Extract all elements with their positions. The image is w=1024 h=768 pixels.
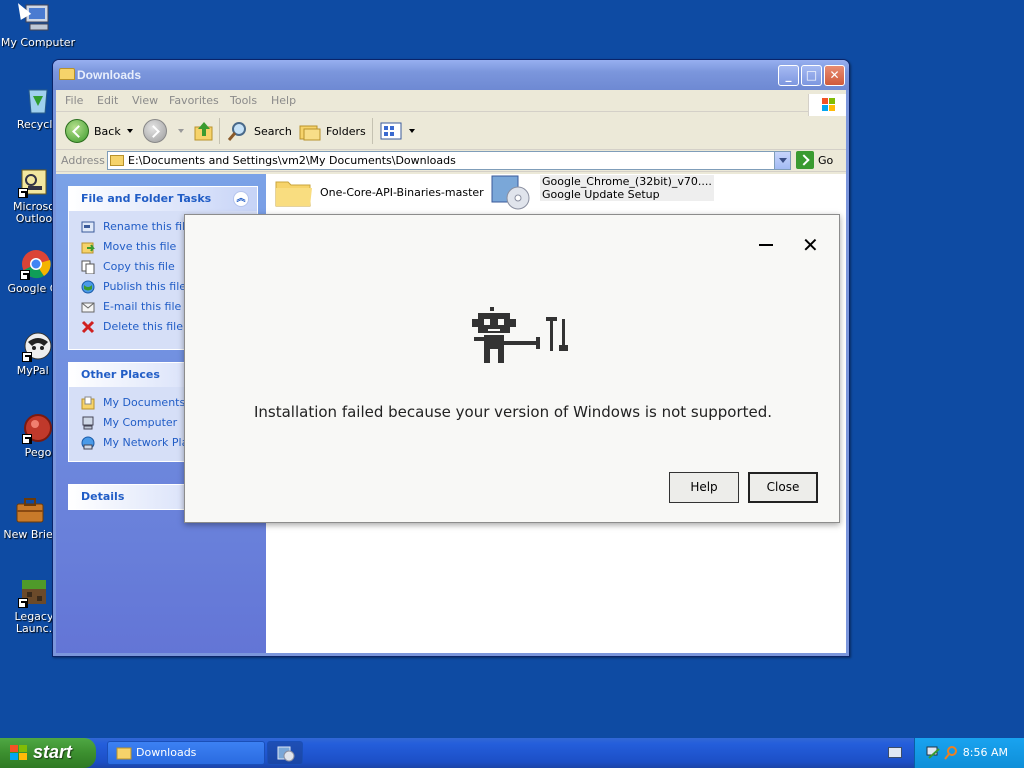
back-arrow-icon — [65, 119, 89, 143]
delete-icon — [81, 320, 95, 334]
search-button[interactable]: Search — [226, 119, 292, 143]
menu-edit[interactable]: Edit — [97, 94, 118, 107]
installer-icon — [277, 746, 295, 762]
folder-icon — [59, 68, 75, 80]
chevron-down-icon[interactable] — [409, 129, 415, 133]
move-icon — [81, 242, 95, 254]
taskbar-item-installer[interactable] — [267, 741, 303, 765]
address-input[interactable]: E:\Documents and Settings\vm2\My Documen… — [107, 151, 791, 170]
forward-arrow-icon — [143, 119, 167, 143]
folder-icon — [275, 181, 312, 207]
address-label: Address — [61, 154, 105, 167]
installer-icon — [491, 175, 530, 210]
shortcut-arrow-icon — [22, 434, 32, 444]
window-titlebar[interactable]: Downloads _ □ ✕ — [53, 60, 849, 90]
minimize-button[interactable]: _ — [778, 65, 799, 86]
go-button[interactable]: Go — [796, 151, 833, 169]
menu-tools[interactable]: Tools — [230, 94, 257, 107]
computer-icon — [82, 416, 94, 430]
shortcut-arrow-icon — [18, 188, 28, 198]
minecraft-icon — [18, 576, 50, 608]
pego-icon — [22, 412, 54, 444]
briefcase-icon — [14, 494, 46, 526]
globe-icon — [81, 280, 95, 294]
close-button[interactable]: ✕ — [824, 65, 845, 86]
go-arrow-icon — [796, 151, 814, 169]
menu-file[interactable]: File — [65, 94, 83, 107]
copy-icon — [81, 260, 95, 274]
system-tray: 8:56 AM — [914, 738, 1024, 768]
keyboard-icon[interactable] — [888, 747, 902, 758]
toolbar: Back Search Folders — [56, 112, 846, 150]
email-icon — [81, 302, 95, 313]
up-folder-button[interactable] — [192, 119, 216, 143]
outlook-icon — [18, 166, 50, 198]
start-button[interactable]: start — [0, 738, 96, 768]
network-icon — [81, 436, 95, 450]
dialog-close-icon[interactable]: ✕ — [802, 235, 819, 255]
shortcut-arrow-icon — [20, 270, 30, 280]
file-item-google-chrome-installer[interactable]: Google_Chrome_(32bit)_v70.... Google Upd… — [488, 170, 714, 210]
search-tray-icon[interactable] — [943, 745, 959, 761]
search-icon — [227, 122, 246, 141]
windows-flag-icon — [10, 745, 28, 761]
collapse-icon[interactable]: ︽ — [233, 191, 249, 207]
file-item-one-core-api[interactable]: One-Core-API-Binaries-master — [274, 176, 484, 208]
shortcut-arrow-icon — [22, 352, 32, 362]
chrome-icon — [20, 248, 52, 280]
views-button[interactable] — [379, 119, 415, 143]
menu-help[interactable]: Help — [271, 94, 296, 107]
file-folder-tasks-header[interactable]: File and Folder Tasks ︽ — [69, 187, 257, 211]
toolbar-separator — [219, 118, 220, 144]
back-button[interactable]: Back — [65, 119, 133, 143]
dialog-minimize-button[interactable] — [759, 244, 773, 246]
folder-icon — [110, 155, 124, 166]
folder-icon — [116, 747, 132, 760]
views-icon — [380, 122, 402, 140]
broken-robot-icon — [472, 307, 568, 363]
toolbar-separator — [372, 118, 373, 144]
taskbar-item-downloads[interactable]: Downloads — [107, 741, 265, 765]
menu-bar: File Edit View Favorites Tools Help — [56, 90, 846, 116]
taskbar: start Downloads 8:56 AM — [0, 738, 1024, 768]
close-dialog-button[interactable]: Close — [748, 472, 818, 503]
menu-view[interactable]: View — [132, 94, 158, 107]
shortcut-arrow-icon — [18, 598, 28, 608]
recycle-bin-icon — [22, 84, 54, 116]
address-bar: Address E:\Documents and Settings\vm2\My… — [56, 150, 846, 172]
dialog-error-message: Installation failed because your version… — [253, 403, 773, 421]
up-folder-icon — [194, 122, 213, 141]
maximize-button[interactable]: □ — [801, 65, 822, 86]
rename-icon — [81, 221, 95, 233]
mypal-icon — [22, 330, 54, 362]
desktop-icon-my-computer[interactable]: My Computer — [0, 2, 76, 49]
folders-icon — [299, 125, 321, 141]
window-title: Downloads — [77, 68, 142, 82]
installer-error-dialog[interactable]: ✕ Installation failed because your versi… — [184, 214, 840, 523]
chevron-down-icon[interactable] — [178, 129, 184, 133]
address-value: E:\Documents and Settings\vm2\My Documen… — [128, 154, 456, 167]
forward-button[interactable] — [143, 119, 184, 143]
folders-button[interactable]: Folders — [298, 119, 366, 143]
network-tray-icon[interactable] — [925, 745, 941, 761]
my-documents-icon — [81, 396, 95, 410]
menu-favorites[interactable]: Favorites — [169, 94, 219, 107]
clock[interactable]: 8:56 AM — [963, 746, 1008, 759]
help-button[interactable]: Help — [669, 472, 739, 503]
address-dropdown-button[interactable] — [774, 152, 790, 169]
chevron-down-icon[interactable] — [126, 129, 133, 133]
